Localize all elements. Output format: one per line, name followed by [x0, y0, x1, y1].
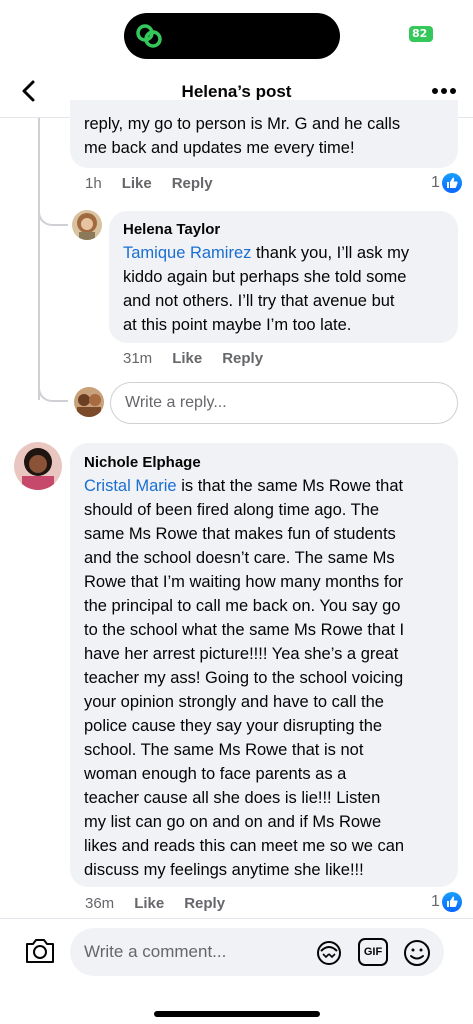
- mention-link[interactable]: Cristal Marie: [84, 477, 177, 495]
- like-button[interactable]: Like: [134, 895, 164, 912]
- comment-text-line: the principal to call me back on. You sa…: [84, 597, 401, 615]
- comment-input[interactable]: Write a comment... GIF: [70, 928, 444, 976]
- home-indicator[interactable]: [154, 1011, 320, 1017]
- comment-composer: Write a comment... GIF: [0, 918, 473, 1024]
- comment-author[interactable]: Helena Taylor: [123, 221, 409, 239]
- comment-bubble[interactable]: Nichole Elphage Cristal Marie is that th…: [70, 443, 458, 887]
- camera-icon[interactable]: [22, 933, 58, 969]
- avatar[interactable]: [14, 442, 62, 490]
- reaction-count[interactable]: 1: [431, 892, 462, 912]
- comment-text: is that the same Ms Rowe that: [176, 477, 404, 495]
- reply-button[interactable]: Reply: [222, 350, 263, 367]
- comment-text-line: kiddo again but perhaps she told some: [123, 268, 407, 286]
- like-reaction-icon: [441, 892, 462, 912]
- comment-text-line: discuss my feelings anytime she like!!!: [84, 861, 364, 879]
- comment-text-line: teacher cause all she does is lie!!! Lis…: [84, 789, 381, 807]
- comment-time: 36m: [85, 895, 115, 912]
- comment-text-line: school. The same Ms Rowe that is not: [84, 741, 364, 759]
- comment-text-line: police cause they say your disrupting th…: [84, 717, 383, 735]
- comment-text-line: and not others. I’ll try that avenue but: [123, 292, 395, 310]
- gif-label: GIF: [363, 946, 383, 958]
- comment-text-line: at this point maybe I’m too late.: [123, 316, 352, 334]
- comment-text-line: woman enough to face parents as a: [84, 765, 347, 783]
- emoji-icon[interactable]: [402, 939, 432, 967]
- thread-connector: [38, 196, 68, 226]
- thread-connector: [38, 372, 68, 402]
- comment-actions: 1h Like Reply: [85, 175, 213, 192]
- comment-placeholder: Write a comment...: [84, 942, 227, 961]
- like-button[interactable]: Like: [172, 350, 202, 367]
- dynamic-island: [124, 13, 340, 59]
- thread-line: [38, 118, 40, 400]
- comment-text-line: me back and updates me every time!: [84, 139, 355, 157]
- comment-text-line: likes and reads this can meet me so we c…: [84, 837, 405, 855]
- user-avatar: [74, 387, 104, 417]
- comment-actions: 31m Like Reply: [123, 350, 263, 367]
- reaction-number: 1: [431, 893, 440, 910]
- comment-text-line: same Ms Rowe that makes fun of students: [84, 525, 396, 543]
- mention-link[interactable]: Tamique Ramirez: [123, 244, 251, 262]
- reply-button[interactable]: Reply: [184, 895, 225, 912]
- avatar-sticker-icon[interactable]: [314, 939, 344, 967]
- comment-text-line: my list can go on and on and if Ms Rowe: [84, 813, 382, 831]
- comment-actions: 36m Like Reply: [85, 895, 225, 912]
- reply-button[interactable]: Reply: [172, 175, 213, 192]
- comment-author[interactable]: Nichole Elphage: [84, 454, 404, 472]
- comment-bubble[interactable]: reply, my go to person is Mr. G and he c…: [70, 100, 458, 168]
- comment-text-line: your opinion strongly and have to call t…: [84, 693, 384, 711]
- comment-time: 1h: [85, 175, 102, 192]
- comment-text-line: reply, my go to person is Mr. G and he c…: [84, 115, 401, 133]
- avatar[interactable]: [72, 210, 102, 240]
- comment-text-line: and the school doesn’t care. The same Ms: [84, 549, 395, 567]
- page-title: Helena’s post: [181, 82, 292, 101]
- reply-input[interactable]: Write a reply...: [110, 382, 458, 424]
- comment-text-line: to the school what the same Ms Rowe that…: [84, 621, 405, 639]
- comment-text-line: should of been fired along time ago. The: [84, 501, 380, 519]
- comment-bubble[interactable]: Helena Taylor Tamique Ramirez thank you,…: [109, 211, 458, 343]
- like-reaction-icon: [441, 173, 462, 193]
- comment-text-line: have her arrest picture!!!! Yea she’s a …: [84, 645, 399, 663]
- reaction-count[interactable]: 1: [431, 173, 462, 193]
- app-logo-icon: [136, 24, 162, 48]
- battery-indicator: 82: [409, 26, 433, 42]
- like-button[interactable]: Like: [122, 175, 152, 192]
- reaction-number: 1: [431, 174, 440, 191]
- comment-time: 31m: [123, 350, 153, 367]
- comment-text-line: Rowe that I’m waiting how many months fo…: [84, 573, 404, 591]
- comment-text-line: teacher my ass! Going to the school voic…: [84, 669, 404, 687]
- comment-text: thank you, I’ll ask my: [251, 244, 410, 262]
- gif-button[interactable]: GIF: [358, 938, 388, 966]
